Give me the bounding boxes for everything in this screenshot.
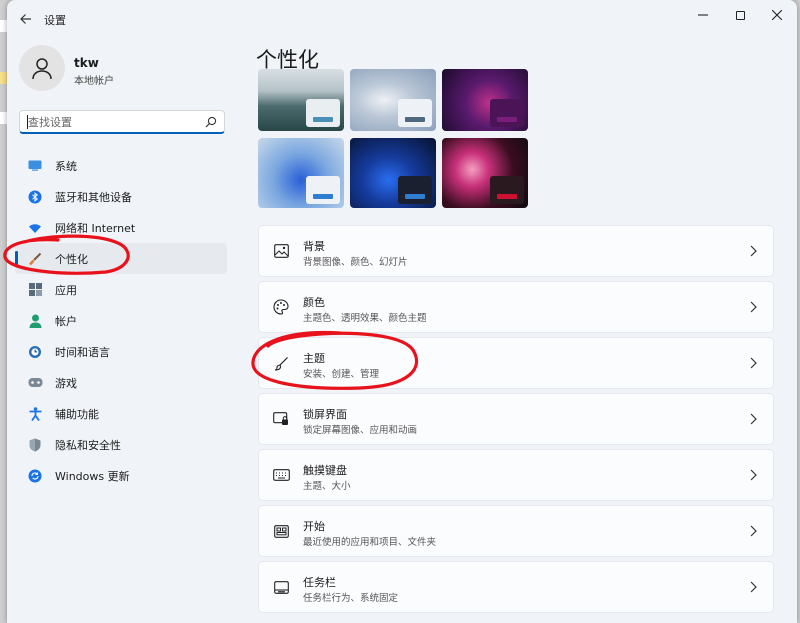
update-icon (27, 468, 43, 484)
card-subtitle: 任务栏行为、系统固定 (303, 593, 399, 604)
apps-icon (27, 282, 43, 298)
sidebar-item-apps[interactable]: 应用 (15, 274, 227, 305)
theme-thumbnail-1[interactable] (258, 69, 344, 131)
gamepad-icon (27, 375, 43, 391)
card-lock-screen[interactable]: 锁屏界面 锁定屏幕图像、应用和动画 (258, 393, 774, 445)
start-icon (272, 522, 290, 540)
card-title: 触摸键盘 (303, 464, 347, 477)
sidebar-item-gaming[interactable]: 游戏 (15, 367, 227, 398)
sidebar-item-personalization[interactable]: 个性化 (15, 243, 227, 274)
card-colors[interactable]: 颜色 主题色、透明效果、颜色主题 (258, 281, 774, 333)
chevron-right-icon (750, 301, 757, 313)
close-icon (772, 10, 782, 20)
arrow-left-icon (20, 14, 31, 24)
minimize-icon (698, 14, 708, 16)
sidebar-item-label: 个性化 (55, 252, 88, 266)
card-title: 锁屏界面 (303, 408, 347, 421)
globe-clock-icon (27, 344, 43, 360)
sidebar-item-bluetooth[interactable]: 蓝牙和其他设备 (15, 181, 227, 212)
sidebar-item-accessibility[interactable]: 辅助功能 (15, 398, 227, 429)
card-title: 主题 (303, 352, 325, 365)
search-box[interactable] (19, 110, 225, 134)
account-type: 本地帐户 (74, 76, 114, 87)
keyboard-icon (272, 466, 290, 484)
shield-icon (27, 437, 43, 453)
bluetooth-icon (27, 189, 43, 205)
theme-thumbnail-2[interactable] (350, 69, 436, 131)
chevron-right-icon (750, 525, 757, 537)
theme-thumbnail-3[interactable] (442, 69, 528, 131)
selection-indicator (15, 251, 18, 266)
avatar[interactable] (19, 45, 65, 91)
card-taskbar[interactable]: 任务栏 任务栏行为、系统固定 (258, 561, 774, 613)
sidebar-item-label: 网络和 Internet (55, 221, 136, 235)
sidebar-item-label: 系统 (55, 159, 77, 173)
card-title: 颜色 (303, 296, 325, 309)
search-icon[interactable] (204, 115, 218, 129)
back-button[interactable] (15, 8, 37, 30)
card-subtitle: 背景图像、颜色、幻灯片 (303, 257, 408, 268)
theme-thumbnail-4[interactable] (258, 138, 344, 208)
palette-icon (272, 298, 290, 316)
card-touch-keyboard[interactable]: 触摸键盘 主题、大小 (258, 449, 774, 501)
sidebar-item-label: 隐私和安全性 (55, 438, 121, 452)
brush-icon (27, 251, 43, 267)
text-caret (27, 115, 28, 129)
theme-thumbnail-6[interactable] (442, 138, 528, 208)
person-icon (32, 58, 52, 80)
chevron-right-icon (750, 413, 757, 425)
card-start[interactable]: 开始 最近使用的应用和项目、文件夹 (258, 505, 774, 557)
sidebar-item-label: 蓝牙和其他设备 (55, 190, 132, 204)
brush-icon (272, 354, 290, 372)
sidebar-item-network[interactable]: 网络和 Internet (15, 212, 227, 243)
maximize-icon (735, 10, 745, 20)
theme-gallery (258, 69, 534, 208)
card-subtitle: 主题、大小 (303, 481, 351, 492)
lock-screen-icon (272, 410, 290, 428)
person-icon (27, 313, 43, 329)
settings-window: 设置 tkw 本地帐户 系统 蓝牙和其他设备 网 (7, 0, 797, 623)
chevron-right-icon (750, 469, 757, 481)
title-bar: 设置 (7, 0, 797, 36)
sidebar-item-label: 辅助功能 (55, 407, 99, 421)
image-icon (272, 242, 290, 260)
card-subtitle: 安装、创建、管理 (303, 369, 380, 380)
card-title: 背景 (303, 240, 325, 253)
sidebar-item-label: 时间和语言 (55, 345, 110, 359)
card-subtitle: 主题色、透明效果、颜色主题 (303, 313, 427, 324)
card-subtitle: 最近使用的应用和项目、文件夹 (303, 537, 437, 548)
minimize-button[interactable] (685, 2, 721, 28)
user-profile[interactable]: tkw 本地帐户 (19, 45, 229, 95)
sidebar-item-label: 帐户 (55, 314, 77, 328)
card-background[interactable]: 背景 背景图像、颜色、幻灯片 (258, 225, 774, 277)
chevron-right-icon (750, 357, 757, 369)
sidebar-nav: 系统 蓝牙和其他设备 网络和 Internet 个性化 应用 帐户 时间和语言 (15, 150, 227, 491)
close-button[interactable] (759, 2, 795, 28)
accessibility-icon (27, 406, 43, 422)
chevron-right-icon (750, 581, 757, 593)
window-title: 设置 (44, 14, 66, 27)
theme-thumbnail-5[interactable] (350, 138, 436, 208)
sidebar-item-label: Windows 更新 (55, 469, 130, 483)
maximize-button[interactable] (722, 2, 758, 28)
sidebar-item-label: 游戏 (55, 376, 77, 390)
system-icon (27, 158, 43, 174)
search-input[interactable] (28, 114, 198, 130)
card-title: 任务栏 (303, 576, 336, 589)
sidebar-item-label: 应用 (55, 283, 77, 297)
sidebar-item-system[interactable]: 系统 (15, 150, 227, 181)
sidebar-item-accounts[interactable]: 帐户 (15, 305, 227, 336)
card-title: 开始 (303, 520, 325, 533)
taskbar-icon (272, 578, 290, 596)
sidebar-item-windows-update[interactable]: Windows 更新 (15, 460, 227, 491)
card-themes[interactable]: 主题 安装、创建、管理 (258, 337, 774, 389)
user-name: tkw (74, 56, 99, 70)
wifi-icon (27, 220, 43, 236)
chevron-right-icon (750, 245, 757, 257)
sidebar-item-privacy[interactable]: 隐私和安全性 (15, 429, 227, 460)
sidebar-item-time-language[interactable]: 时间和语言 (15, 336, 227, 367)
card-subtitle: 锁定屏幕图像、应用和动画 (303, 425, 418, 436)
